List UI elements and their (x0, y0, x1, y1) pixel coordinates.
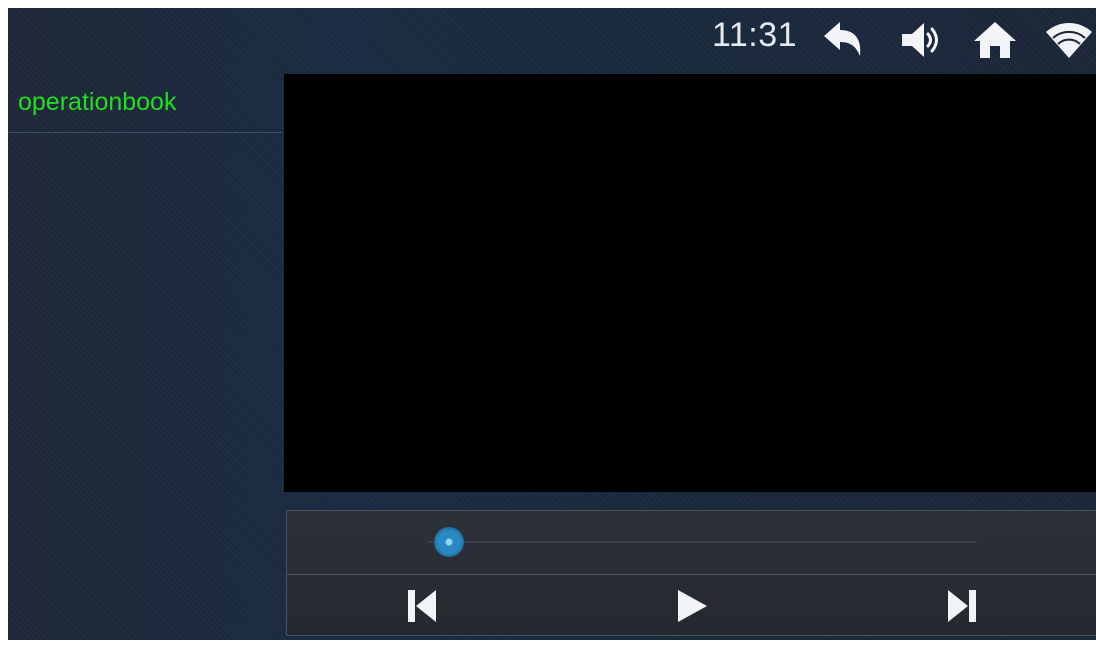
sidebar-item-operationbook[interactable]: operationbook (8, 72, 283, 133)
back-arrow-icon[interactable] (820, 20, 866, 60)
seek-thumb[interactable] (434, 527, 464, 557)
app-screen: 11:31 operationbook (8, 8, 1096, 640)
control-buttons-row (287, 575, 1096, 637)
play-icon (678, 590, 707, 622)
volume-icon[interactable] (900, 20, 948, 60)
home-icon[interactable] (972, 20, 1018, 60)
wifi-icon (1044, 20, 1094, 60)
seek-bar-row (287, 511, 1096, 575)
previous-track-icon (408, 590, 436, 622)
next-track-icon (948, 590, 976, 622)
playback-controls (286, 510, 1096, 636)
next-button[interactable] (827, 575, 1096, 637)
status-bar: 11:31 (8, 8, 1096, 66)
video-display[interactable] (284, 74, 1096, 492)
play-button[interactable] (557, 575, 827, 637)
sidebar-item-label: operationbook (18, 88, 177, 116)
sidebar: operationbook (8, 72, 283, 640)
clock: 11:31 (712, 16, 798, 54)
previous-button[interactable] (287, 575, 557, 637)
seek-track[interactable] (427, 541, 977, 543)
